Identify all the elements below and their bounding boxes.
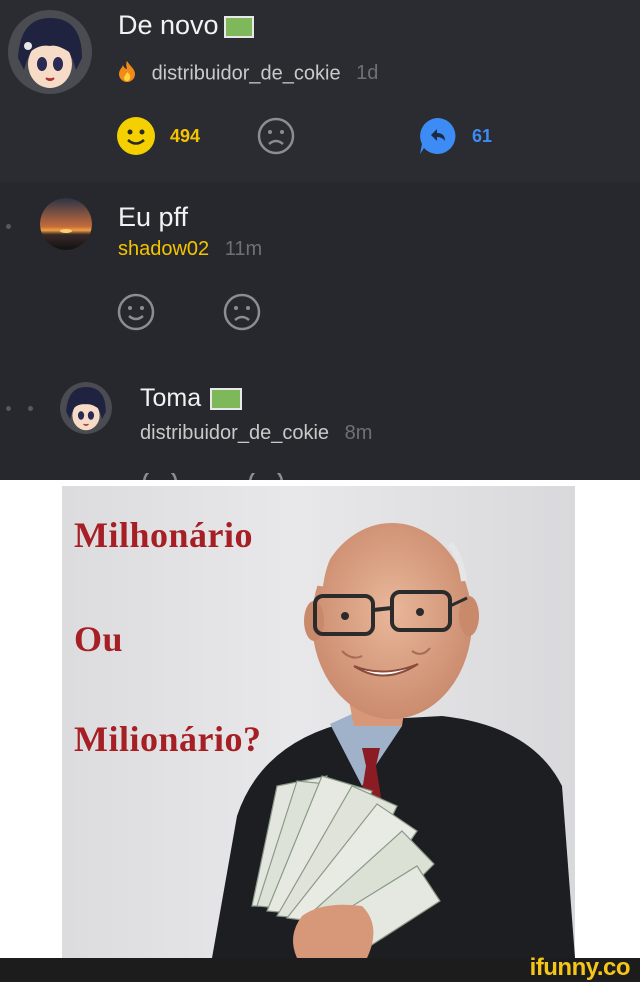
comment-meta: distribuidor_de_cokie 1d xyxy=(118,60,378,88)
comments-panel: De novo distribuidor_de_cokie 1d 494 61 xyxy=(0,0,640,480)
dollar-banknote-icon xyxy=(210,388,243,411)
sad-face-icon[interactable] xyxy=(256,116,296,156)
timestamp: 1d xyxy=(356,62,379,85)
reaction-icons-cut-off xyxy=(140,465,440,480)
meme-image: Milhonário Ou Milionário? xyxy=(62,486,575,958)
comment-meta: shadow02 11m xyxy=(118,238,262,261)
comment-body: De novo xyxy=(118,10,219,40)
smile-icon[interactable] xyxy=(116,292,156,332)
anime-avatar[interactable] xyxy=(8,10,92,94)
thread-dot xyxy=(6,406,11,411)
comment-meta: distribuidor_de_cokie 8m xyxy=(140,422,372,445)
author-name[interactable]: distribuidor_de_cokie xyxy=(140,422,329,444)
comment-text: Toma xyxy=(140,384,243,413)
reply-icon[interactable] xyxy=(418,116,458,156)
reply-count: 61 xyxy=(472,126,493,146)
author-name[interactable]: distribuidor_de_cokie xyxy=(152,62,341,84)
meme-caption-line: Milhonário xyxy=(74,515,254,555)
meme-caption-line: Milionário? xyxy=(74,719,262,759)
thread-dot xyxy=(28,406,33,411)
author-name[interactable]: shadow02 xyxy=(118,238,209,260)
ifunny-watermark: ifunny.co xyxy=(529,954,631,981)
sunset-avatar[interactable] xyxy=(40,198,92,250)
timestamp: 11m xyxy=(224,238,263,260)
meme-caption-line: Ou xyxy=(74,619,124,659)
comment-text: Eu pff xyxy=(118,202,189,232)
like-count: 494 xyxy=(170,126,201,146)
meme-frame: Milhonário Ou Milionário? xyxy=(0,480,640,960)
timestamp: 8m xyxy=(344,422,373,444)
footer-bar: ifunny.co xyxy=(0,954,640,981)
comment-1: De novo distribuidor_de_cokie 1d 494 61 xyxy=(0,0,640,182)
fire-icon xyxy=(118,60,136,88)
anime-avatar[interactable] xyxy=(60,382,112,434)
smile-icon[interactable] xyxy=(116,116,156,156)
dollar-banknote-icon xyxy=(224,15,255,38)
sad-face-icon[interactable] xyxy=(222,292,262,332)
comment-body: Toma xyxy=(140,384,202,412)
comment-text: De novo xyxy=(118,10,255,41)
thread-dot xyxy=(6,224,11,229)
